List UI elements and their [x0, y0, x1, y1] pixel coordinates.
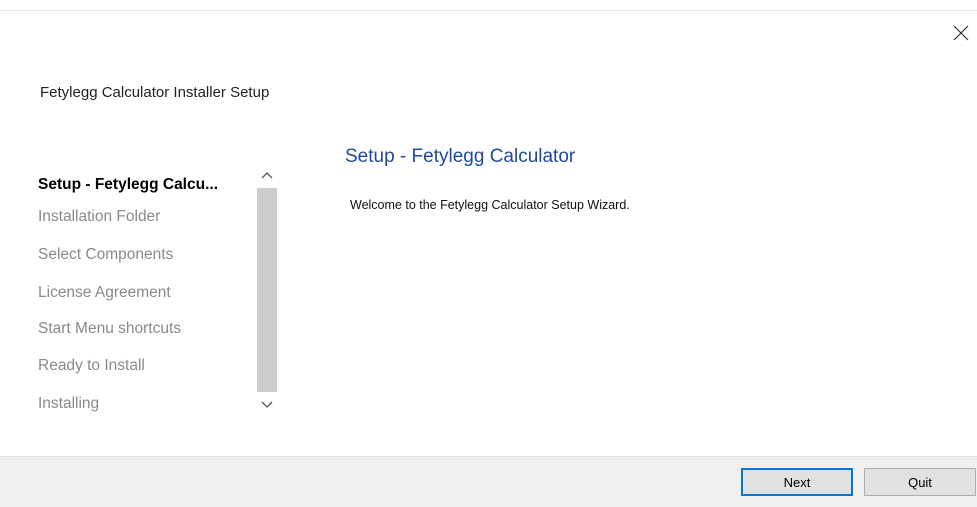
step-item-select-components: Select Components [38, 246, 174, 263]
steps-panel: Setup - Fetylegg Calcu... Installation F… [38, 162, 282, 422]
close-button[interactable] [948, 20, 976, 48]
step-item-start-menu-shortcuts: Start Menu shortcuts [38, 320, 182, 337]
step-item-installation-folder: Installation Folder [38, 208, 161, 225]
step-item-license-agreement: License Agreement [38, 284, 171, 301]
step-item-ready-to-install: Ready to Install [38, 357, 145, 374]
window-title: Fetylegg Calculator Installer Setup [40, 84, 270, 101]
button-bar: Next Quit [0, 456, 977, 507]
top-border [0, 10, 977, 11]
scroll-thumb[interactable] [257, 188, 277, 392]
step-item-installing: Installing [38, 395, 100, 412]
step-item-setup: Setup - Fetylegg Calcu... [38, 176, 218, 193]
scroll-up-button[interactable] [254, 164, 279, 186]
steps-scrollbar[interactable] [254, 162, 279, 420]
close-icon [953, 25, 969, 41]
chevron-down-icon [261, 401, 272, 408]
quit-button[interactable]: Quit [864, 468, 976, 496]
chevron-up-icon [261, 172, 272, 179]
scroll-down-button[interactable] [254, 394, 279, 416]
page-heading: Setup - Fetylegg Calculator [345, 146, 576, 167]
next-button[interactable]: Next [741, 468, 853, 496]
welcome-text: Welcome to the Fetylegg Calculator Setup… [350, 198, 630, 212]
